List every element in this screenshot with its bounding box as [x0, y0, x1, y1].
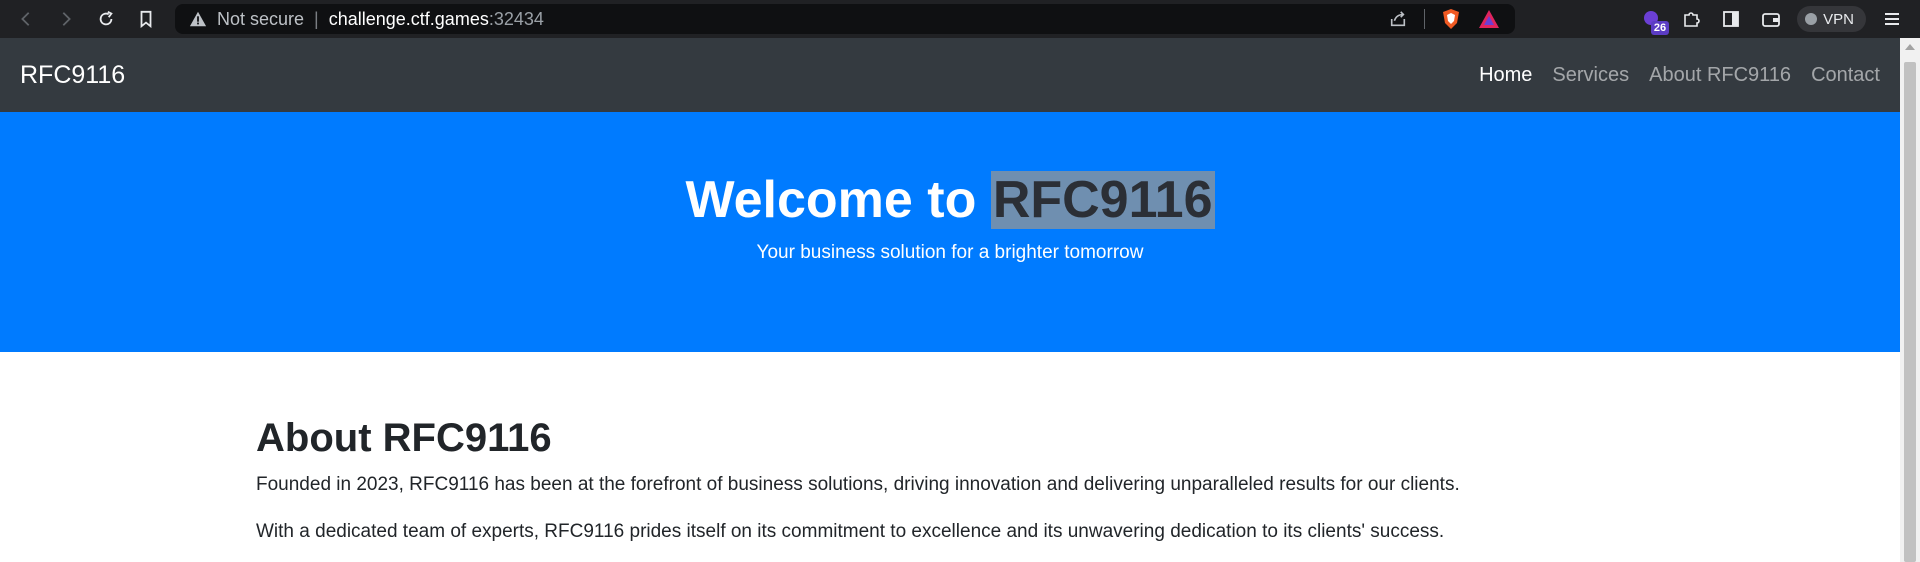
hero-title-selected-text: RFC9116 [990, 171, 1215, 229]
puzzle-icon[interactable] [1677, 5, 1705, 33]
address-bar[interactable]: Not secure | challenge.ctf.games:32434 [175, 4, 1515, 34]
back-icon[interactable] [6, 0, 46, 38]
hero-banner: Welcome to RFC9116 Your business solutio… [0, 112, 1900, 352]
site-navbar: RFC9116 Home Services About RFC9116 Cont… [0, 38, 1900, 112]
nav-link-services[interactable]: Services [1552, 64, 1629, 87]
url-separator: | [314, 8, 319, 29]
sidebar-icon[interactable] [1717, 5, 1745, 33]
site-brand[interactable]: RFC9116 [20, 61, 125, 90]
brave-rewards-icon[interactable] [1477, 7, 1501, 31]
url-port: :32434 [488, 8, 544, 29]
nav-link-home[interactable]: Home [1479, 64, 1532, 87]
about-paragraph-1: Founded in 2023, RFC9116 has been at the… [256, 474, 1460, 495]
menu-icon[interactable] [1878, 5, 1906, 33]
warning-icon [189, 10, 207, 28]
wallet-icon[interactable] [1757, 5, 1785, 33]
forward-icon[interactable] [46, 0, 86, 38]
vpn-button[interactable]: VPN [1797, 6, 1866, 32]
nav-link-about[interactable]: About RFC9116 [1649, 64, 1791, 87]
omnibox-actions [1386, 7, 1501, 31]
hero-title: Welcome to RFC9116 [0, 171, 1900, 229]
nav-links: Home Services About RFC9116 Contact [1479, 64, 1880, 87]
browser-toolbar: Not secure | challenge.ctf.games:32434 2… [0, 0, 1920, 38]
scroll-thumb[interactable] [1904, 62, 1916, 562]
about-paragraph-2: With a dedicated team of experts, RFC911… [256, 520, 1445, 542]
security-label[interactable]: Not secure [217, 9, 304, 30]
extension-icon[interactable]: 26 [1637, 5, 1670, 35]
about-section: About RFC9116 Founded in 2023, RFC9116 h… [0, 352, 1900, 544]
url-host: challenge.ctf.games [328, 8, 489, 29]
vpn-label: VPN [1823, 10, 1854, 28]
page-viewport: RFC9116 Home Services About RFC9116 Cont… [0, 38, 1900, 562]
omnibox-divider [1424, 9, 1425, 29]
share-icon[interactable] [1386, 7, 1410, 31]
reload-icon[interactable] [86, 0, 126, 38]
brave-shields-icon[interactable] [1439, 7, 1463, 31]
hero-subtitle: Your business solution for a brighter to… [756, 242, 1144, 263]
about-heading: About RFC9116 [256, 416, 552, 460]
hero-title-prefix: Welcome to [685, 171, 991, 229]
nav-link-contact[interactable]: Contact [1811, 64, 1880, 87]
toolbar-right: 26 VPN [1637, 0, 1920, 38]
extension-badge: 26 [1650, 21, 1670, 35]
bookmark-icon[interactable] [126, 0, 166, 38]
scroll-up-arrow-icon[interactable] [1905, 44, 1915, 50]
vpn-status-icon [1805, 13, 1818, 25]
page-scrollbar[interactable] [1900, 38, 1920, 562]
